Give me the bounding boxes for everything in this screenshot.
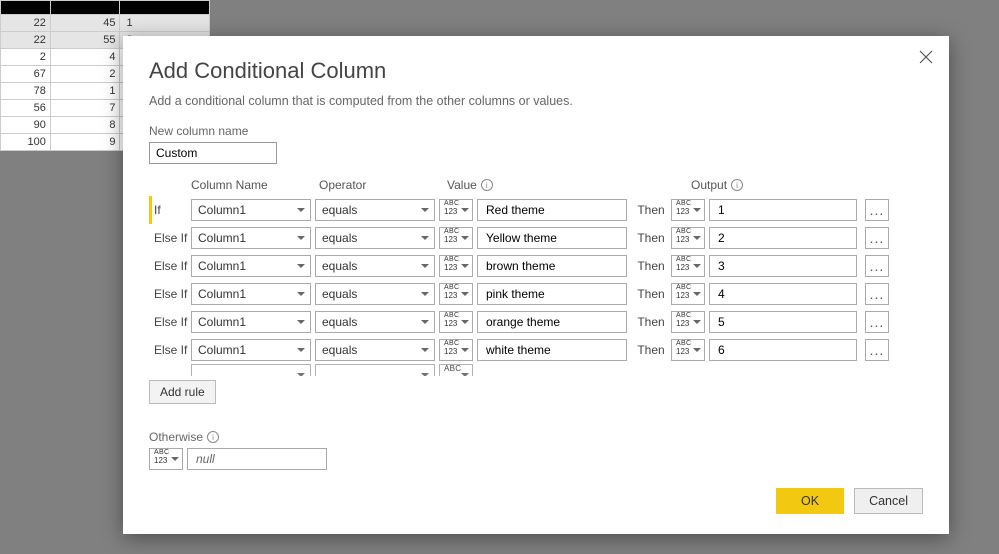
then-label: Then [631, 259, 671, 273]
otherwise-type-dropdown[interactable]: ABC 123 [149, 448, 183, 470]
rule-row: Else If Column1 equals ABC123 Then ABC12… [149, 252, 909, 280]
rule-column-headers: Column Name Operator Value i Output i [149, 178, 923, 192]
operator-dropdown[interactable]: equals [315, 199, 435, 221]
value-type-dropdown[interactable]: ABC123 [439, 199, 473, 221]
then-label: Then [631, 343, 671, 357]
clause-label: Else If [154, 231, 191, 245]
operator-dropdown[interactable]: equals [315, 227, 435, 249]
rule-row: Else If Column1 equals ABC123 Then ABC12… [149, 336, 909, 364]
column-dropdown[interactable]: Column1 [191, 339, 311, 361]
ok-button[interactable]: OK [776, 488, 844, 514]
scroll-down-icon[interactable]: ▼ [910, 349, 922, 363]
operator-dropdown[interactable]: equals [315, 311, 435, 333]
output-type-dropdown[interactable]: ABC123 [671, 339, 705, 361]
column-dropdown[interactable]: Column1 [191, 311, 311, 333]
value-type-dropdown[interactable]: ABC123 [439, 255, 473, 277]
clause-label: Else If [154, 287, 191, 301]
otherwise-value-input[interactable] [187, 448, 327, 470]
rules-scrollbar[interactable]: ▲ ▼ [909, 196, 923, 364]
add-rule-button[interactable]: Add rule [149, 380, 216, 404]
value-type-dropdown[interactable]: ABC123 [439, 283, 473, 305]
output-type-dropdown[interactable]: ABC123 [671, 255, 705, 277]
column-name-label: New column name [149, 124, 923, 138]
then-label: Then [631, 203, 671, 217]
output-type-dropdown[interactable]: ABC123 [671, 311, 705, 333]
clause-label: If [154, 203, 191, 217]
header-value: Value [447, 178, 477, 192]
close-icon[interactable] [919, 50, 935, 66]
output-input[interactable] [709, 283, 857, 305]
then-label: Then [631, 231, 671, 245]
scrollbar-thumb[interactable] [911, 267, 921, 291]
more-options-button[interactable]: ... [865, 199, 889, 221]
more-options-button[interactable]: ... [865, 339, 889, 361]
scroll-up-icon[interactable]: ▲ [910, 197, 922, 211]
output-input[interactable] [709, 255, 857, 277]
more-options-button[interactable]: ... [865, 255, 889, 277]
clause-label: Else If [154, 315, 191, 329]
rule-row: If Column1 equals ABC123 Then ABC123 ... [149, 196, 909, 224]
output-input[interactable] [709, 339, 857, 361]
header-column-name: Column Name [191, 178, 319, 192]
output-type-dropdown[interactable]: ABC123 [671, 199, 705, 221]
dialog-title: Add Conditional Column [149, 58, 923, 84]
value-type-dropdown[interactable]: ABC123 [439, 339, 473, 361]
value-input[interactable] [477, 255, 627, 277]
column-dropdown[interactable]: Column1 [191, 255, 311, 277]
info-icon[interactable]: i [207, 431, 219, 443]
info-icon[interactable]: i [731, 179, 743, 191]
dialog-subtitle: Add a conditional column that is compute… [149, 94, 923, 108]
cancel-button[interactable]: Cancel [854, 488, 923, 514]
column-dropdown[interactable]: Column1 [191, 227, 311, 249]
operator-dropdown[interactable] [315, 364, 435, 376]
clause-label: Else If [154, 259, 191, 273]
operator-dropdown[interactable]: equals [315, 339, 435, 361]
value-type-dropdown[interactable]: ABC [439, 364, 473, 376]
rule-row: Else If Column1 equals ABC123 Then ABC12… [149, 280, 909, 308]
output-input[interactable] [709, 227, 857, 249]
header-output: Output [691, 178, 727, 192]
table-row[interactable]: 22451 [1, 15, 210, 32]
then-label: Then [631, 315, 671, 329]
conditional-column-dialog: Add Conditional Column Add a conditional… [123, 36, 949, 534]
column-dropdown[interactable]: Column1 [191, 199, 311, 221]
operator-dropdown[interactable]: equals [315, 283, 435, 305]
header-operator: Operator [319, 178, 447, 192]
rule-row: Else If Column1 equals ABC123 Then ABC12… [149, 224, 909, 252]
more-options-button[interactable]: ... [865, 227, 889, 249]
info-icon[interactable]: i [481, 179, 493, 191]
column-dropdown[interactable]: Column1 [191, 283, 311, 305]
more-options-button[interactable]: ... [865, 283, 889, 305]
operator-dropdown[interactable]: equals [315, 255, 435, 277]
column-name-input[interactable] [149, 142, 277, 164]
output-type-dropdown[interactable]: ABC123 [671, 283, 705, 305]
value-input[interactable] [477, 311, 627, 333]
rule-row-partial: ABC [149, 364, 923, 376]
output-type-dropdown[interactable]: ABC123 [671, 227, 705, 249]
value-input[interactable] [477, 199, 627, 221]
more-options-button[interactable]: ... [865, 311, 889, 333]
value-input[interactable] [477, 227, 627, 249]
value-input[interactable] [477, 339, 627, 361]
output-input[interactable] [709, 311, 857, 333]
value-type-dropdown[interactable]: ABC123 [439, 227, 473, 249]
value-type-dropdown[interactable]: ABC123 [439, 311, 473, 333]
otherwise-label: Otherwise [149, 430, 203, 444]
value-input[interactable] [477, 283, 627, 305]
output-input[interactable] [709, 199, 857, 221]
column-dropdown[interactable] [191, 364, 311, 376]
clause-label: Else If [154, 343, 191, 357]
rule-row: Else If Column1 equals ABC123 Then ABC12… [149, 308, 909, 336]
then-label: Then [631, 287, 671, 301]
